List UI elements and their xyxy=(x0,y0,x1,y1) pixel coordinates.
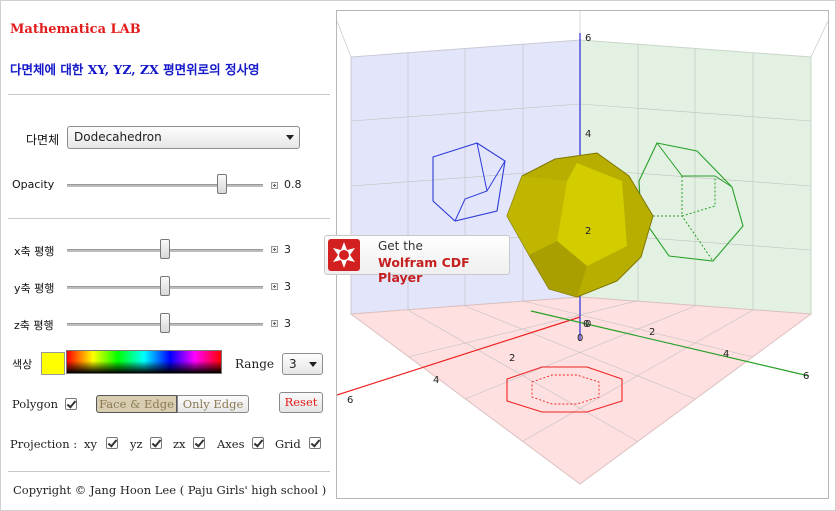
x-axis-tick-label: 6 xyxy=(347,395,353,406)
divider xyxy=(8,471,330,472)
xy-plane xyxy=(349,296,813,485)
polyhedron-dropdown[interactable]: Dodecahedron xyxy=(67,126,300,149)
copyright-text: Copyright © Jang Hoon Lee ( Paju Girls' … xyxy=(13,483,327,497)
axes-checkbox[interactable] xyxy=(252,437,264,449)
projection-zx-checkbox[interactable] xyxy=(193,437,205,449)
axes-label: Axes xyxy=(217,437,245,451)
cdf-line1: Get the xyxy=(378,239,423,253)
color-gradient-picker[interactable] xyxy=(66,350,222,374)
z-shift-slider-thumb[interactable] xyxy=(160,313,170,333)
range-dropdown[interactable]: 3 xyxy=(282,353,323,375)
x-axis-tick-label: 4 xyxy=(433,375,439,386)
projection-yz-label: yz xyxy=(130,437,143,451)
y-axis-tick-label: 2 xyxy=(649,327,655,338)
x-axis-tick-label: 2 xyxy=(509,353,515,364)
polygon-label: Polygon xyxy=(12,397,59,411)
projection-xy-checkbox[interactable] xyxy=(106,437,118,449)
projection-xy-label: xy xyxy=(84,437,97,451)
only-edge-toggle[interactable]: Only Edge xyxy=(177,395,249,413)
x-shift-label: x축 평행 xyxy=(14,245,55,258)
y-shift-value: 3 xyxy=(284,280,291,293)
x-shift-slider-thumb[interactable] xyxy=(160,239,170,259)
chevron-down-icon xyxy=(286,135,294,140)
app-title: Mathematica LAB xyxy=(10,22,141,37)
reset-button[interactable]: Reset xyxy=(279,392,323,413)
grid-checkbox[interactable] xyxy=(309,437,321,449)
divider xyxy=(8,218,330,219)
x-shift-value: 3 xyxy=(284,243,291,256)
grid-label: Grid xyxy=(275,437,301,451)
range-label: Range xyxy=(235,357,274,371)
range-selected: 3 xyxy=(289,357,297,371)
color-label: 색상 xyxy=(12,358,33,371)
control-panel: Mathematica LAB 다면체에 대한 XY, YZ, ZX 평면위로의… xyxy=(0,0,336,511)
projection-zx-label: zx xyxy=(173,437,186,451)
opacity-slider-thumb[interactable] xyxy=(217,174,227,194)
y-axis-tick-label: 6 xyxy=(803,371,809,382)
opacity-label: Opacity xyxy=(12,178,55,191)
z-axis-tick-label: 2 xyxy=(585,226,591,237)
z-shift-value: 3 xyxy=(284,317,291,330)
x-axis-tick-label: 0 xyxy=(577,333,583,344)
opacity-value: 0.8 xyxy=(284,178,302,191)
cdf-line2: Wolfram CDF Player xyxy=(378,255,470,285)
y-shift-slider-thumb[interactable] xyxy=(160,276,170,296)
polygon-checkbox[interactable] xyxy=(65,398,77,410)
x-shift-expand-icon[interactable] xyxy=(271,246,278,253)
chevron-down-icon xyxy=(309,362,317,367)
y-axis-tick-label: 4 xyxy=(723,349,729,360)
y-shift-label: y축 평행 xyxy=(14,282,55,295)
y-shift-expand-icon[interactable] xyxy=(271,283,278,290)
wolfram-spikey-icon xyxy=(328,239,360,271)
get-cdf-player-badge[interactable]: Get the Wolfram CDF Player xyxy=(324,235,510,285)
opacity-expand-icon[interactable] xyxy=(271,182,278,189)
projection-label: Projection : xyxy=(10,437,78,451)
y-axis-tick-label: 0 xyxy=(583,319,589,330)
z-axis-tick-label: 6 xyxy=(585,33,591,44)
polyhedron-label: 다면체 xyxy=(26,133,60,147)
z-shift-label: z축 평행 xyxy=(14,319,54,332)
face-edge-toggle[interactable]: Face & Edge xyxy=(96,395,177,413)
z-axis-tick-label: 4 xyxy=(585,129,591,140)
z-shift-expand-icon[interactable] xyxy=(271,320,278,327)
projection-yz-checkbox[interactable] xyxy=(150,437,162,449)
app-subtitle: 다면체에 대한 XY, YZ, ZX 평면위로의 정사영 xyxy=(10,62,260,77)
spikey-icon xyxy=(333,242,355,268)
color-swatch[interactable] xyxy=(41,352,65,375)
divider xyxy=(8,94,330,95)
opacity-slider-track[interactable] xyxy=(67,184,263,187)
polyhedron-selected: Dodecahedron xyxy=(74,130,162,144)
